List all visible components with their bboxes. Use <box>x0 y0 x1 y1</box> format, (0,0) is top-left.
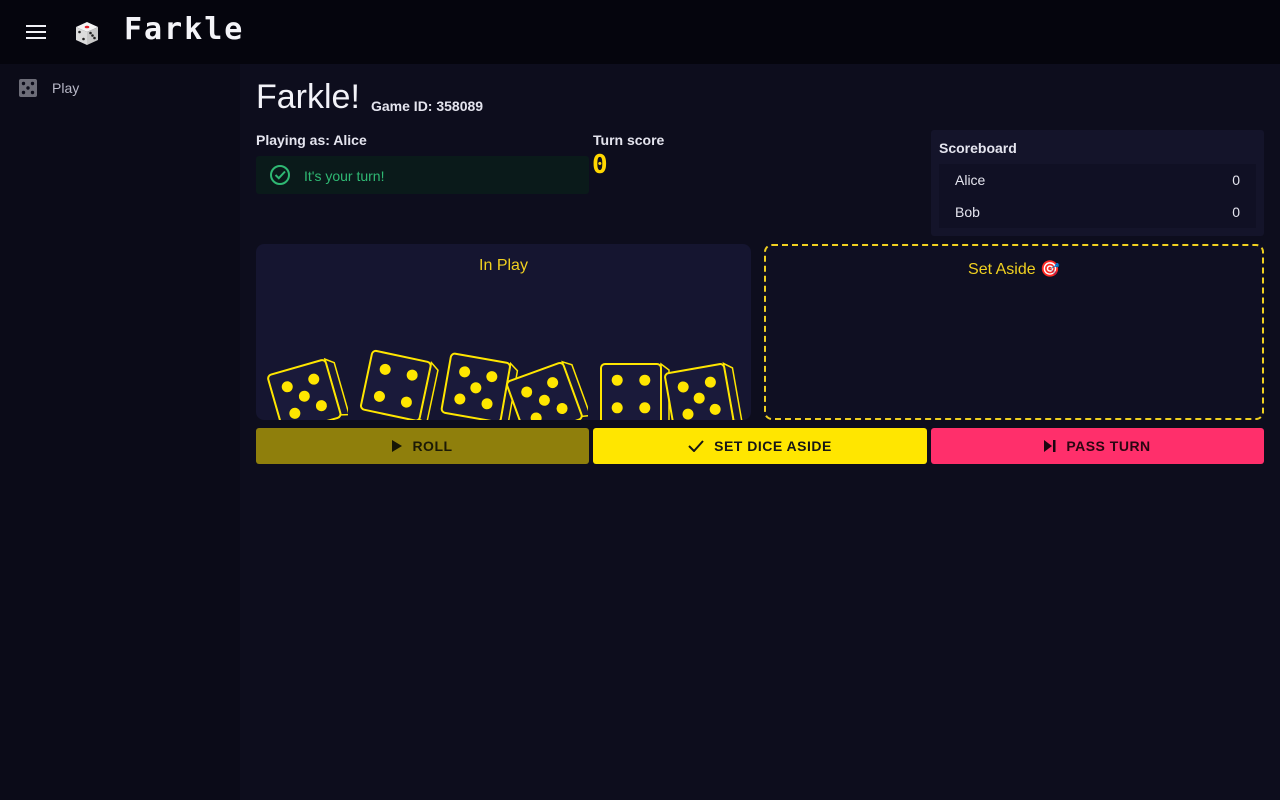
scoreboard: Scoreboard Alice 0 Bob 0 <box>931 130 1264 236</box>
die-emoji-icon <box>76 22 98 45</box>
die[interactable] <box>502 356 588 420</box>
sidebar: Play <box>0 64 240 800</box>
player-score: 0 <box>1232 204 1240 220</box>
in-play-title: In Play <box>479 257 528 274</box>
game-id: Game ID: 358089 <box>371 98 484 114</box>
scoreboard-row: Bob 0 <box>939 196 1256 228</box>
status-message: It's your turn! <box>304 168 385 184</box>
app-bar: Farkle <box>0 0 1280 64</box>
set-dice-aside-button[interactable]: SET DICE ASIDE <box>593 428 927 464</box>
skip-next-icon <box>1044 440 1056 452</box>
roll-button[interactable]: ROLL <box>256 428 589 464</box>
player-name: Alice <box>333 132 367 148</box>
pass-turn-button[interactable]: PASS TURN <box>931 428 1264 464</box>
die[interactable] <box>657 354 743 420</box>
pass-turn-label: PASS TURN <box>1066 438 1151 454</box>
scoreboard-row: Alice 0 <box>939 164 1256 196</box>
main-content: Farkle! Game ID: 358089 Playing as: Alic… <box>240 64 1280 800</box>
die[interactable] <box>354 342 440 420</box>
page-title: Farkle! <box>256 78 360 116</box>
sidebar-item-label: Play <box>52 80 80 96</box>
set-dice-aside-label: SET DICE ASIDE <box>714 438 832 454</box>
in-play-zone: In Play <box>256 244 751 420</box>
scoreboard-title: Scoreboard <box>939 140 1017 156</box>
check-circle-icon <box>270 165 290 185</box>
die[interactable] <box>262 352 348 420</box>
roll-button-label: ROLL <box>412 438 453 454</box>
check-icon <box>688 440 704 452</box>
play-icon <box>392 440 403 452</box>
playing-as: Playing as: Alice <box>256 132 367 148</box>
playing-as-label: Playing as: <box>256 132 334 148</box>
dice-five-icon <box>19 79 37 97</box>
set-aside-zone[interactable]: Set Aside 🎯 <box>764 244 1264 420</box>
turn-status-alert: It's your turn! <box>256 156 589 194</box>
app-brand-title: Farkle <box>124 12 245 47</box>
turn-score-value: 0 <box>592 150 609 180</box>
turn-score-label: Turn score <box>593 132 665 148</box>
set-aside-title: Set Aside 🎯 <box>968 261 1060 278</box>
player-score: 0 <box>1232 172 1240 188</box>
player-name: Bob <box>955 204 980 220</box>
player-name: Alice <box>955 172 986 188</box>
sidebar-item-play[interactable]: Play <box>0 68 240 108</box>
hamburger-menu-icon[interactable] <box>0 0 72 64</box>
